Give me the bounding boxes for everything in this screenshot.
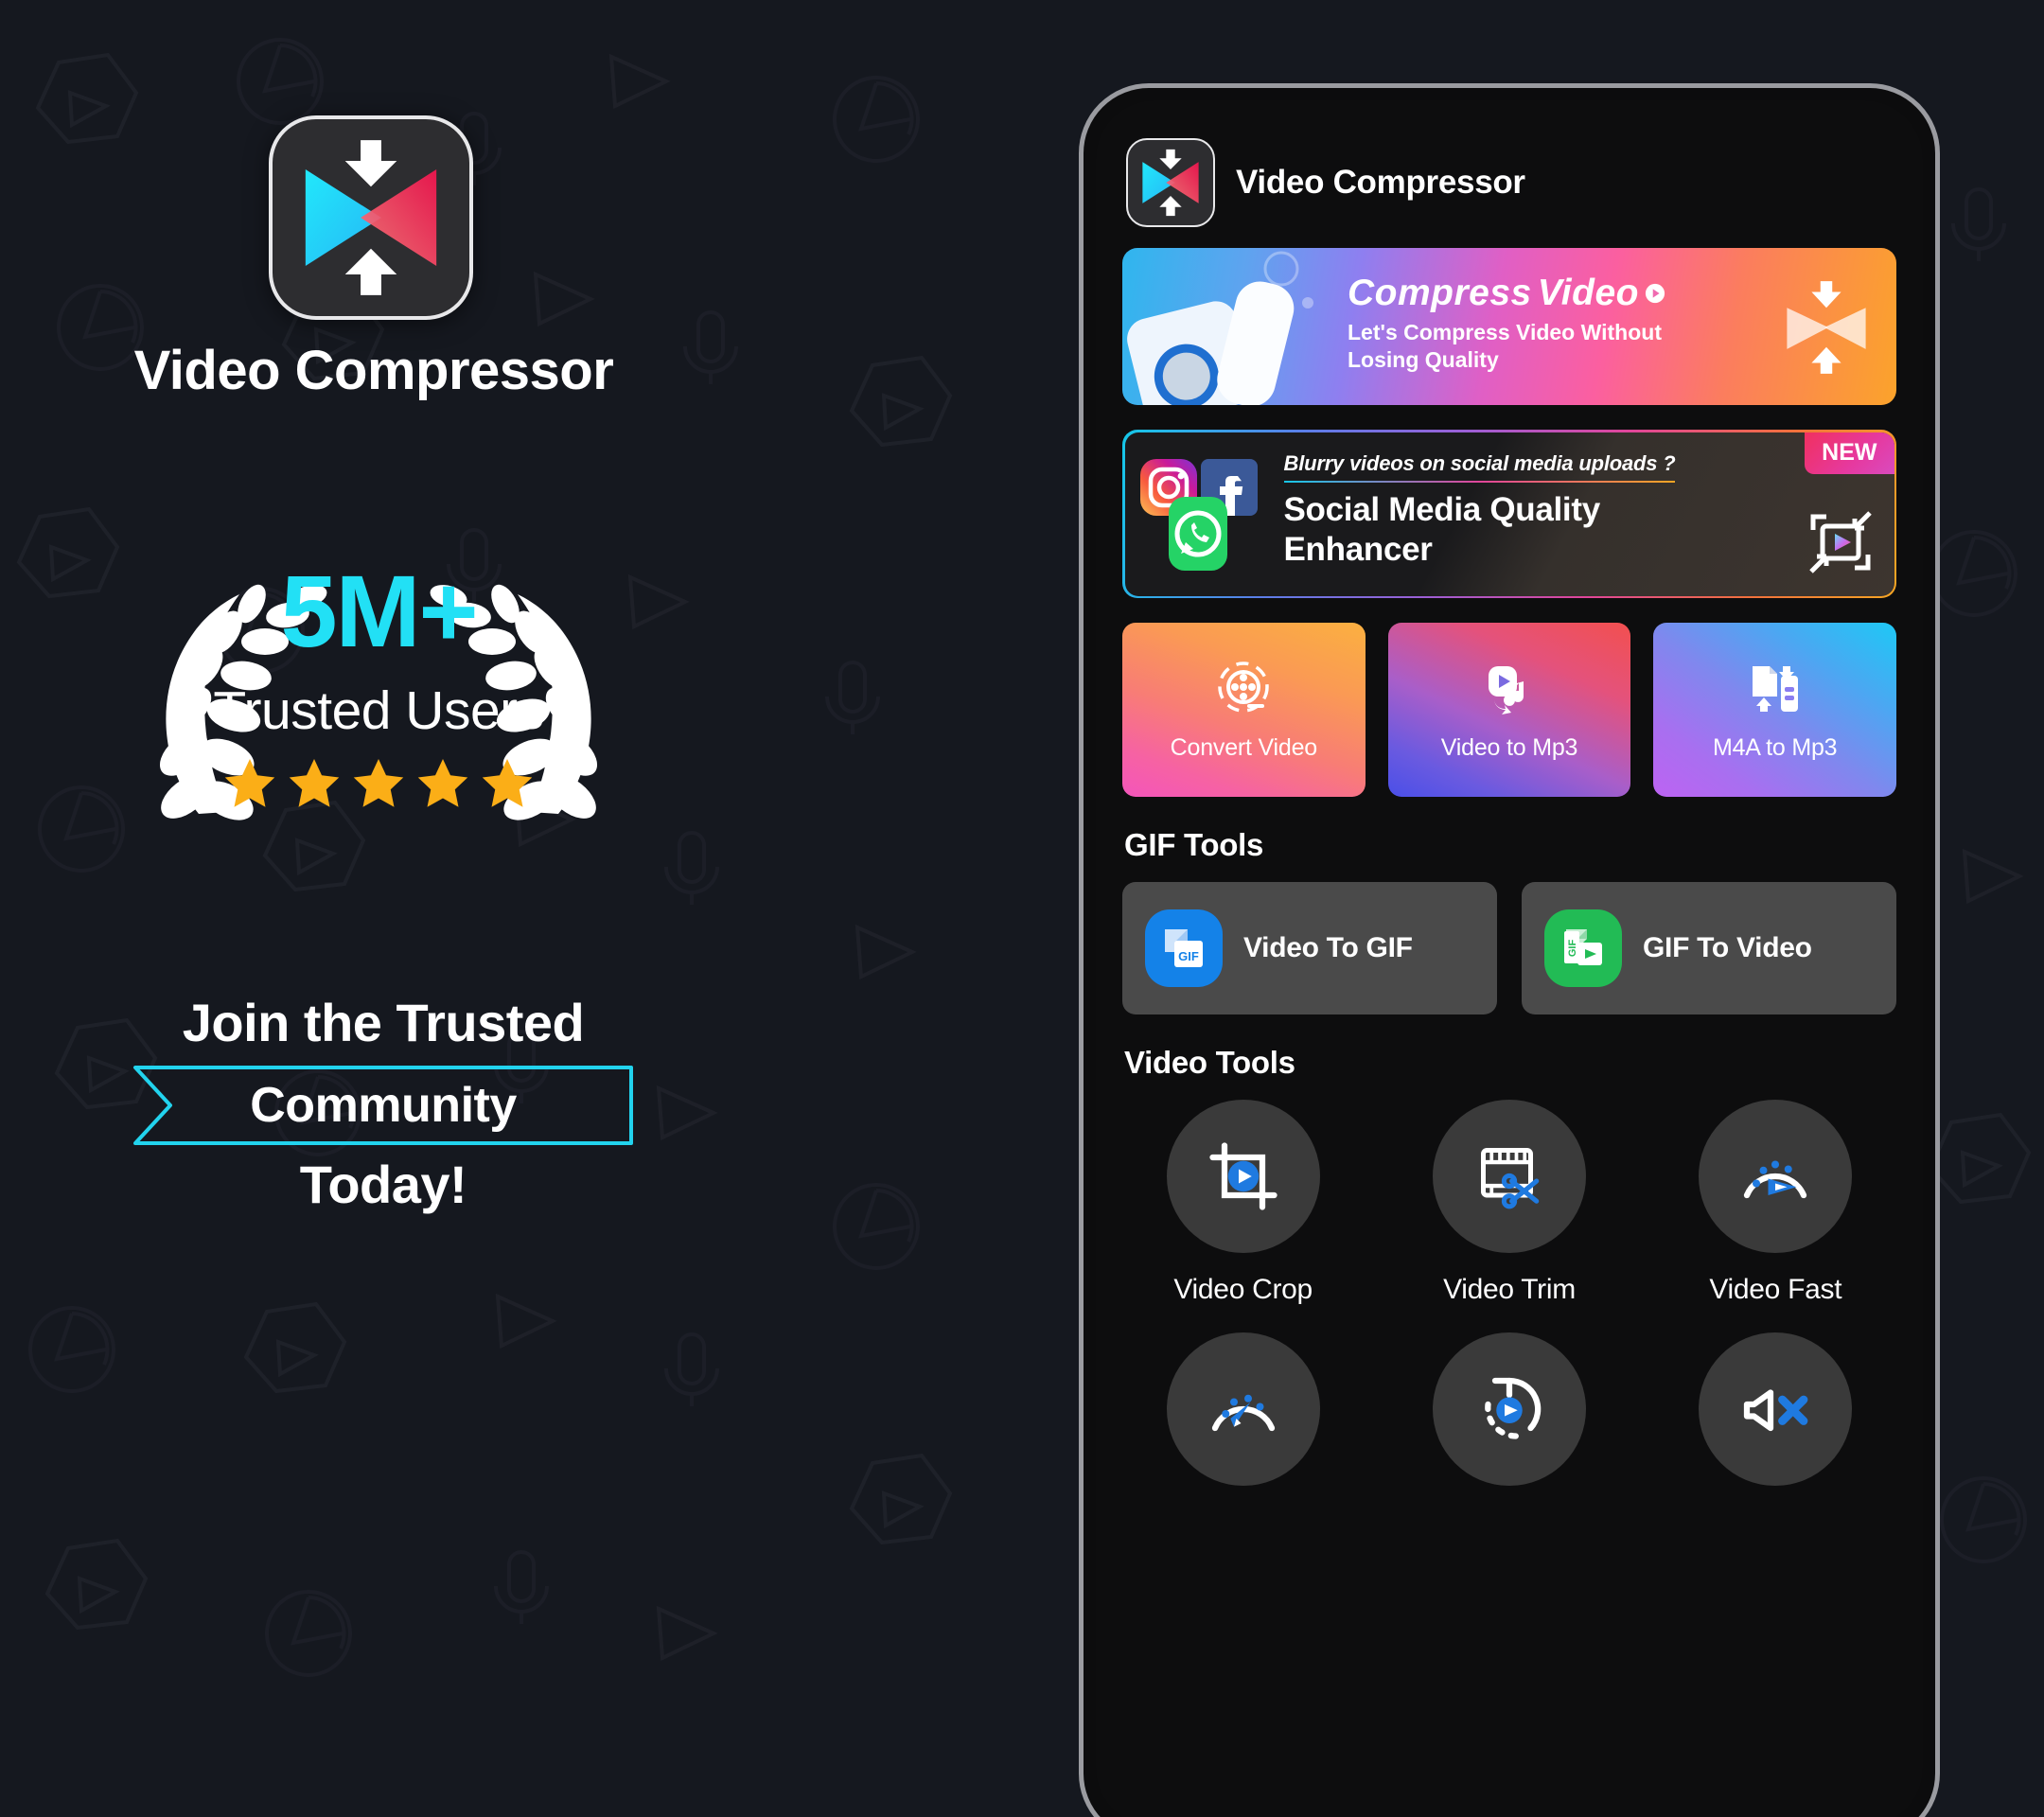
gif-card-label: GIF To Video [1643,932,1812,963]
app-header: Video Compressor [1122,132,1896,248]
tool-card-m4a-to-mp3[interactable]: M4A to Mp3 [1653,623,1897,797]
cta-ribbon-label: Community [250,1078,517,1133]
video-tool-label: Video Fast [1709,1274,1842,1305]
video-to-gif-icon: GIF [1145,909,1223,987]
video-tools-grid: Video Crop Video Trim Video Fast [1122,1100,1896,1507]
banner-artwork [1127,251,1313,405]
video-tool-video-fast[interactable]: Video Fast [1655,1100,1896,1306]
social-icons-group [1139,458,1258,571]
user-count: 5M+ [280,554,478,668]
cta-line-1: Join the Trusted [182,993,585,1052]
social-banner-question: Blurry videos on social media uploads ? [1283,450,1676,483]
star-rating [85,755,672,812]
star-icon [478,755,537,812]
video-tool-label: Video Trim [1443,1274,1576,1305]
star-icon [349,755,408,812]
gif-tools-row: GIF Video To GIF GIF GIF To Video [1122,882,1896,1014]
file-convert-icon [1752,665,1798,712]
video-tool-label: Video Crop [1173,1274,1313,1305]
compress-logo-icon [1787,281,1866,374]
tool-card-label: Convert Video [1170,733,1318,761]
svg-text:GIF: GIF [1567,940,1578,958]
phone-mockup: Video Compressor Compress Video Let's Co… [1079,83,1940,1817]
video-tool-video-crop[interactable]: Video Crop [1122,1100,1364,1306]
video-compressor-app-icon [1126,138,1215,227]
enhance-resize-icon [1808,510,1872,573]
app-title: Video Compressor [1236,164,1525,201]
social-banner-title: Social Media Quality Enhancer [1284,490,1781,570]
star-icon [414,755,472,812]
social-banner-title-line2: Enhancer [1283,530,1433,568]
video-compressor-app-icon [269,115,473,320]
gif-card-label: Video To GIF [1243,932,1413,963]
video-tool-video-reverse[interactable] [1388,1332,1630,1507]
svg-text:GIF: GIF [1178,949,1199,963]
page-title: Video Compressor [133,340,614,401]
new-badge: NEW [1805,432,1894,474]
video-fast-icon [1699,1100,1853,1253]
banner-text: Compress Video Let's Compress Video With… [1348,273,1688,374]
gif-to-video-icon: GIF [1544,909,1622,987]
star-icon [285,755,344,812]
banner-title: Compress Video [1348,273,1688,314]
video-slow-icon [1166,1332,1320,1486]
call-to-action: Join the Trusted Community Today! [52,992,714,1215]
video-tool-video-trim[interactable]: Video Trim [1388,1100,1630,1306]
tool-card-video-to-mp3[interactable]: Video to Mp3 [1387,623,1631,797]
trusted-users-label: Trusted Users [213,680,544,741]
tool-card-label: Video to Mp3 [1440,733,1578,761]
gif-card-video-to-gif[interactable]: GIF Video To GIF [1122,882,1497,1014]
phone-screen: Video Compressor Compress Video Let's Co… [1096,100,1923,1817]
community-ribbon: Community [132,1065,634,1146]
promo-screenshot: Video Compressor 5M+ Trusted Users Join … [0,0,2044,1817]
banner-title-word2: Video [1537,273,1639,313]
banner-subtitle: Let's Compress Video Without Losing Qual… [1348,320,1662,372]
tool-card-label: M4A to Mp3 [1712,733,1838,761]
social-banner-text: Blurry videos on social media uploads ? … [1283,450,1781,570]
film-reel-icon [1218,661,1270,713]
video-tool-video-mute[interactable] [1655,1332,1896,1507]
play-circle-icon [1645,283,1665,304]
video-crop-icon [1166,1100,1320,1253]
social-media-enhancer-banner[interactable]: Blurry videos on social media uploads ? … [1122,430,1896,598]
banner-title-word1: Compress [1348,273,1532,313]
cta-line-3: Today! [299,1155,467,1214]
left-marketing-panel: Video Compressor 5M+ Trusted Users Join … [0,0,766,1817]
gif-tools-heading: GIF Tools [1124,827,1264,862]
video-reverse-icon [1432,1332,1586,1486]
tool-card-convert-video[interactable]: Convert Video [1122,623,1366,797]
video-mute-icon [1699,1332,1853,1486]
star-icon [220,755,279,812]
gif-card-gif-to-video[interactable]: GIF GIF To Video [1522,882,1896,1014]
primary-tools-row: Convert Video Video to Mp3 M4A to Mp3 [1122,623,1897,797]
social-banner-title-line1: Social Media Quality [1283,490,1601,528]
video-tool-video-slow[interactable] [1122,1332,1364,1507]
trusted-users-badge: 5M+ Trusted Users [85,530,672,861]
whatsapp-icon [1168,496,1227,571]
video-tools-heading: Video Tools [1124,1045,1295,1080]
video-trim-icon [1432,1100,1586,1253]
compress-video-banner[interactable]: Compress Video Let's Compress Video With… [1122,248,1896,405]
video-to-music-icon [1489,665,1524,714]
